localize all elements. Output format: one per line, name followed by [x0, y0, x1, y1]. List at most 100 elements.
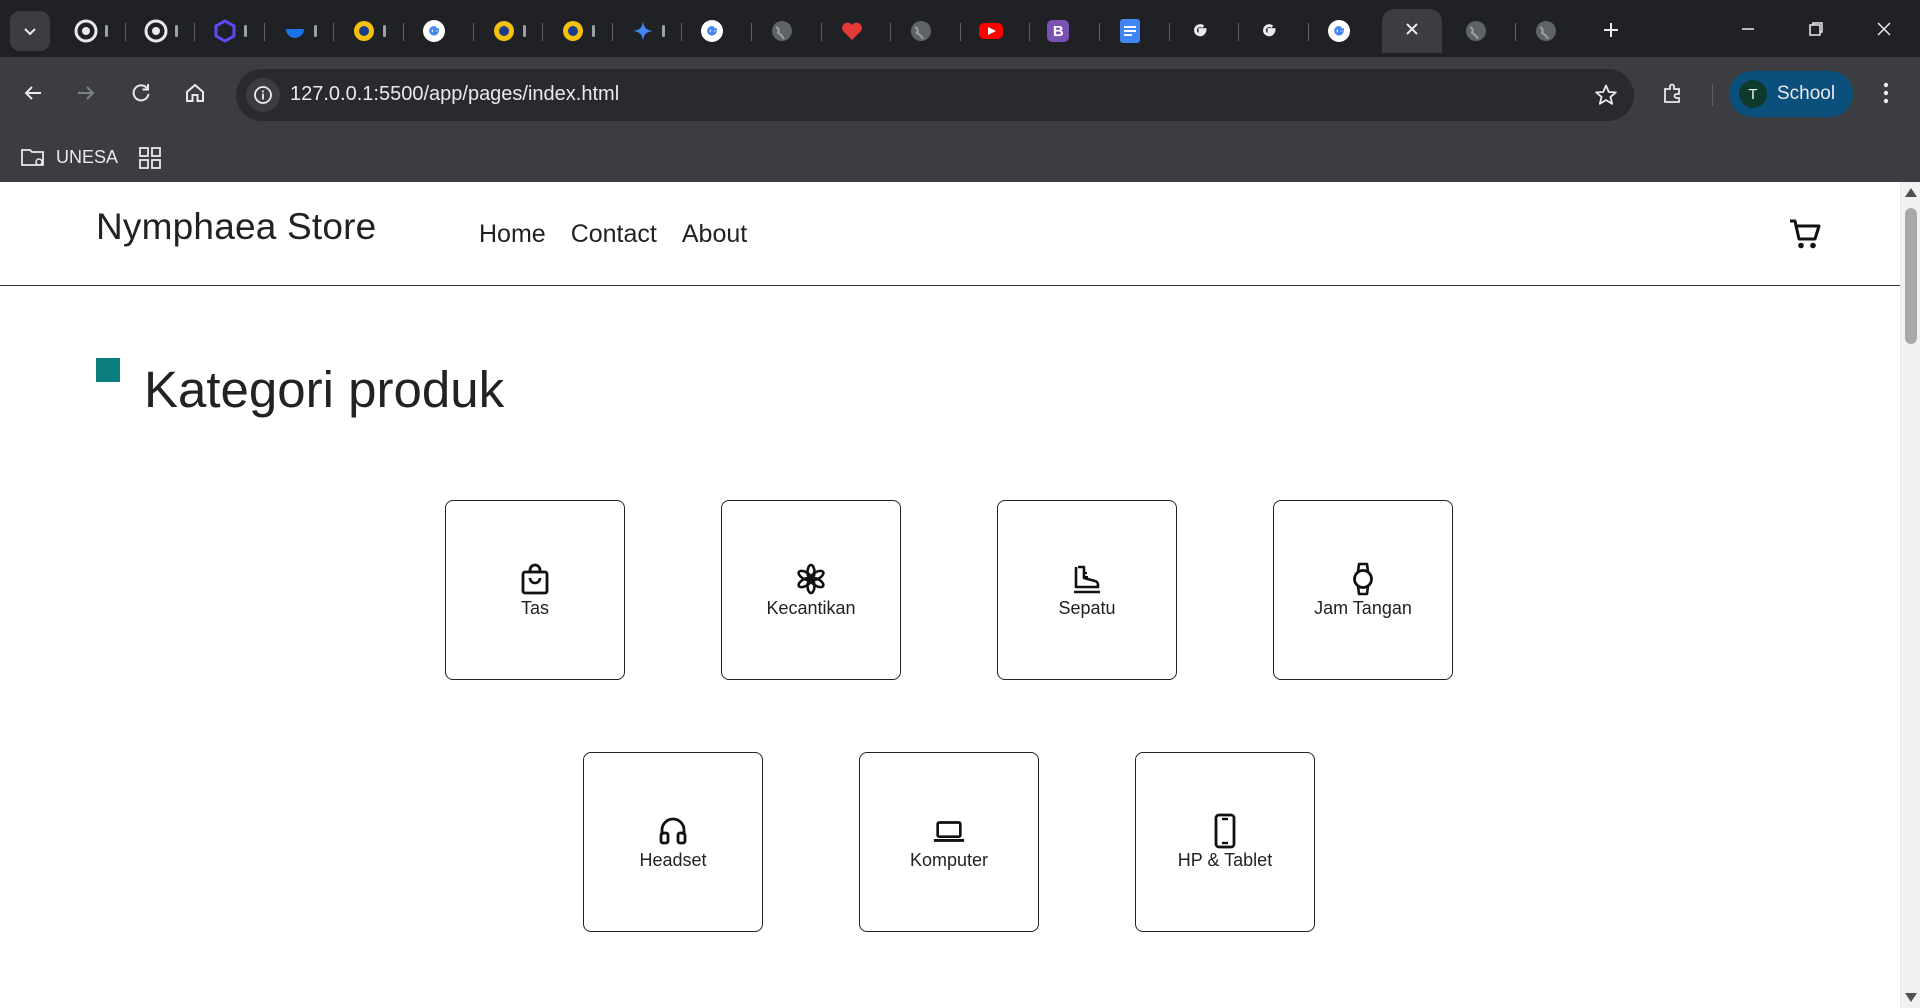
youtube-icon: [978, 18, 1004, 44]
tab-18[interactable]: [1309, 9, 1379, 53]
tab-menu-dot: [661, 25, 665, 37]
tab-6[interactable]: [474, 9, 544, 53]
nav-home[interactable]: Home: [479, 220, 546, 249]
managed-folder-icon: [21, 149, 44, 166]
chrome-icon: [73, 18, 99, 44]
tab-13[interactable]: [961, 9, 1031, 53]
reload-icon: [132, 84, 150, 102]
category-card-jam-tangan[interactable]: Jam Tangan: [1273, 500, 1453, 680]
tab-7[interactable]: [543, 9, 613, 53]
tab-20[interactable]: [1446, 9, 1516, 53]
tab-3[interactable]: [265, 9, 335, 53]
new-tab-button[interactable]: [1592, 14, 1630, 46]
university-seal-icon: [351, 18, 377, 44]
forward-button[interactable]: [66, 73, 106, 113]
shopping-bag-icon: [518, 562, 552, 596]
bookmark-star-button[interactable]: [1592, 81, 1620, 109]
restore-icon: [1809, 21, 1823, 36]
profile-button[interactable]: T School: [1729, 71, 1853, 117]
category-label: Headset: [639, 849, 707, 870]
tab-10[interactable]: [752, 9, 822, 53]
tab-21[interactable]: [1516, 9, 1586, 53]
close-window-button[interactable]: [1850, 0, 1918, 57]
restore-button[interactable]: [1782, 0, 1850, 57]
extensions-button[interactable]: [1653, 73, 1693, 113]
shoe-icon: [1070, 562, 1104, 596]
category-card-headset[interactable]: Headset: [583, 752, 763, 932]
google-g-icon: [1256, 18, 1282, 44]
category-label: Tas: [520, 597, 549, 618]
globe-icon: [1463, 18, 1489, 44]
tab-1[interactable]: [126, 9, 196, 53]
url-text[interactable]: 127.0.0.1:5500/app/pages/index.html: [290, 83, 619, 106]
tab-5[interactable]: [404, 9, 474, 53]
tab-active[interactable]: [1382, 9, 1443, 53]
tab-11[interactable]: [822, 9, 892, 53]
scroll-thumb[interactable]: [1905, 208, 1917, 344]
apps-grid-button[interactable]: [137, 145, 163, 171]
tab-12[interactable]: [891, 9, 961, 53]
scroll-down-arrow[interactable]: [1905, 993, 1917, 1002]
site-brand[interactable]: Nymphaea Store: [96, 206, 376, 248]
google-icon: [699, 18, 725, 44]
tab-menu-dot: [522, 25, 526, 37]
category-card-kecantikan[interactable]: Kecantikan: [721, 500, 901, 680]
page-scrollbar[interactable]: [1900, 182, 1920, 1008]
star-icon: [1595, 84, 1617, 105]
tab-2[interactable]: [195, 9, 265, 53]
tab-menu-dot: [105, 25, 108, 37]
home-icon: [186, 83, 204, 102]
bookmarks-bar: UNESA: [0, 132, 1920, 182]
bookmark-folder-unesa[interactable]: UNESA: [20, 142, 118, 172]
site-header: Nymphaea Store Home Contact About: [0, 182, 1900, 286]
section-marker: [96, 358, 120, 382]
section-title: Kategori produk: [144, 361, 505, 418]
minimize-button[interactable]: [1714, 0, 1782, 57]
category-card-hp-tablet[interactable]: HP & Tablet: [1135, 752, 1315, 932]
close-icon: [1877, 21, 1891, 36]
reload-button[interactable]: [121, 73, 161, 113]
puzzle-icon: [1664, 83, 1680, 103]
tab-0[interactable]: [56, 9, 126, 53]
tab-4[interactable]: [334, 9, 404, 53]
profile-name: School: [1777, 83, 1836, 104]
browser-toolbar: 127.0.0.1:5500/app/pages/index.html T Sc…: [0, 57, 1920, 132]
tab-menu-dot: [174, 25, 178, 37]
plus-icon: [1604, 23, 1618, 37]
site-info-button[interactable]: [246, 78, 280, 112]
tab-8[interactable]: [613, 9, 683, 53]
scroll-up-arrow[interactable]: [1905, 188, 1917, 197]
home-button[interactable]: [175, 73, 215, 113]
browser-menu-button[interactable]: [1866, 73, 1906, 113]
tab-14[interactable]: B: [1030, 9, 1100, 53]
tab-17[interactable]: [1239, 9, 1309, 53]
tab-9[interactable]: [682, 9, 752, 53]
laptop-icon: [932, 814, 966, 848]
address-bar[interactable]: 127.0.0.1:5500/app/pages/index.html: [236, 69, 1634, 121]
category-card-komputer[interactable]: Komputer: [859, 752, 1039, 932]
cart-button[interactable]: [1786, 215, 1824, 253]
tab-menu-dot: [592, 25, 596, 37]
category-card-tas[interactable]: Tas: [445, 500, 625, 680]
toolbar-separator: [1712, 84, 1713, 106]
nav-contact[interactable]: Contact: [571, 220, 657, 249]
phone-icon: [1208, 813, 1242, 848]
category-card-sepatu[interactable]: Sepatu: [997, 500, 1177, 680]
google-icon: [1326, 18, 1352, 44]
tab-15[interactable]: [1100, 9, 1170, 53]
university-seal-icon: [560, 18, 586, 44]
info-icon: [254, 86, 272, 104]
close-icon[interactable]: [1404, 21, 1420, 42]
back-button[interactable]: [13, 73, 53, 113]
flower-icon: [794, 562, 828, 596]
cart-icon: [1790, 219, 1821, 249]
chrome-icon: [143, 18, 169, 44]
tab-16[interactable]: [1170, 9, 1240, 53]
nav-about[interactable]: About: [682, 220, 747, 249]
tab-search-button[interactable]: [10, 11, 50, 51]
arrow-right-icon: [78, 86, 95, 100]
category-label: Kecantikan: [766, 597, 856, 618]
avatar: T: [1739, 80, 1767, 108]
category-label: Komputer: [909, 849, 989, 870]
category-label: HP & Tablet: [1177, 849, 1273, 870]
